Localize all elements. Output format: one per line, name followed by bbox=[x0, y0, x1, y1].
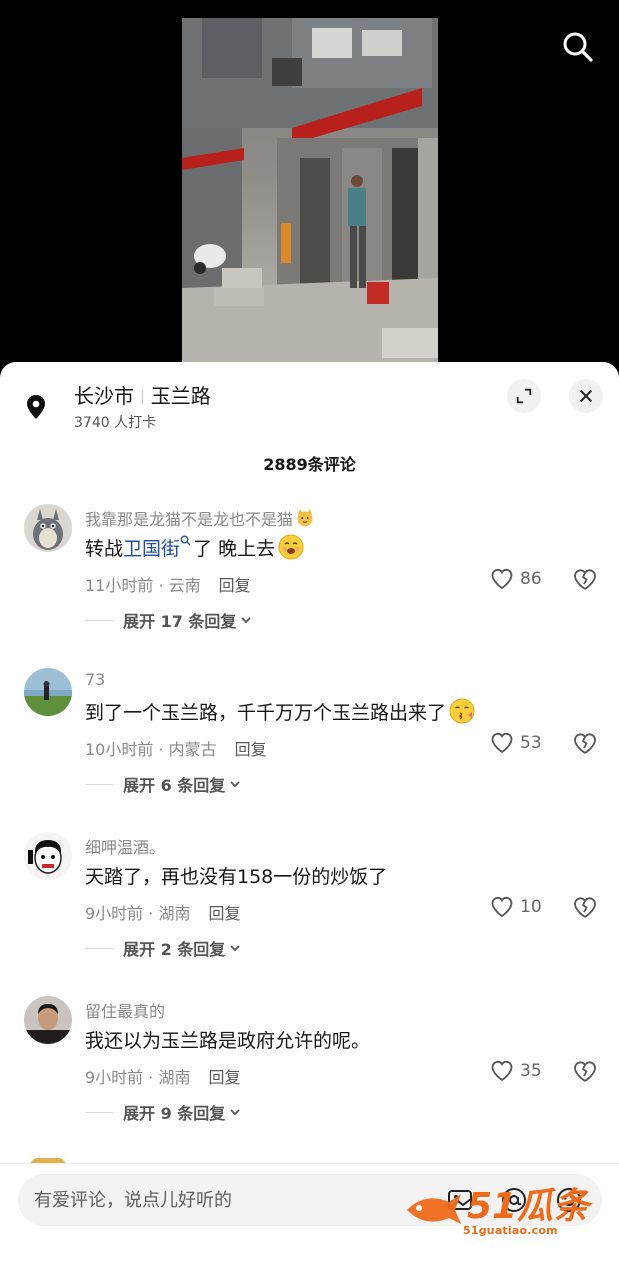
broken-heart-icon bbox=[574, 569, 596, 590]
video-thumbnail[interactable] bbox=[182, 18, 438, 365]
divider-line bbox=[85, 1111, 113, 1113]
like-button[interactable]: 86 bbox=[490, 567, 542, 591]
expand-replies-button[interactable]: 展开 9 条回复 bbox=[85, 1100, 242, 1124]
broken-heart-icon bbox=[574, 733, 596, 754]
location-road: 玉兰路 bbox=[150, 384, 211, 408]
comments-sheet: 长沙市 | 玉兰路 3740 人打卡 2889条评论 我靠那是龙猫不是龙也不是猫… bbox=[0, 362, 619, 1280]
comment-input-bar: 51瓜条 51guatiao.com bbox=[0, 1163, 619, 1280]
reply-button[interactable]: 回复 bbox=[235, 740, 267, 759]
location-separator: | bbox=[140, 389, 145, 405]
divider-line bbox=[85, 783, 113, 785]
location-title[interactable]: 长沙市 | 玉兰路 bbox=[74, 380, 211, 409]
search-icon[interactable] bbox=[559, 28, 597, 66]
username[interactable]: 我靠那是龙猫不是龙也不是猫 bbox=[85, 506, 315, 530]
expand-replies-button[interactable]: 展开 6 条回复 bbox=[85, 772, 242, 796]
emoji-icon[interactable] bbox=[555, 1186, 583, 1214]
reply-button[interactable]: 回复 bbox=[208, 1068, 240, 1087]
heart-icon bbox=[491, 732, 513, 754]
image-icon[interactable] bbox=[446, 1186, 474, 1214]
expand-replies-label: 展开 9 条回复 bbox=[123, 1104, 226, 1123]
dislike-button[interactable] bbox=[572, 567, 598, 593]
comment-time-location: 9小时前 · 湖南 bbox=[85, 1068, 191, 1087]
expand-replies-label: 展开 2 条回复 bbox=[123, 940, 226, 959]
expand-replies-button[interactable]: 展开 17 条回复 bbox=[85, 608, 253, 632]
at-mention-icon[interactable] bbox=[500, 1186, 528, 1214]
location-city: 长沙市 bbox=[74, 384, 134, 408]
username-text: 我靠那是龙猫不是龙也不是猫 bbox=[85, 510, 294, 529]
comment-item: 留住最真的 我还以为玉兰路是政府允许的呢。 9小时前 · 湖南 回复 35 展开 … bbox=[0, 996, 619, 1146]
like-button[interactable]: 10 bbox=[490, 895, 542, 919]
like-count: 53 bbox=[520, 733, 542, 753]
comment-meta: 9小时前 · 湖南 回复 bbox=[85, 1064, 240, 1088]
comment-meta: 9小时前 · 湖南 回复 bbox=[85, 900, 240, 924]
expand-replies-button[interactable]: 展开 2 条回复 bbox=[85, 936, 242, 960]
close-icon bbox=[579, 389, 593, 403]
expand-button[interactable] bbox=[507, 379, 541, 413]
comment-count: 2889条评论 bbox=[263, 455, 356, 474]
like-count: 86 bbox=[520, 569, 542, 589]
divider-line bbox=[85, 947, 113, 949]
comment-meta: 10小时前 · 内蒙古 回复 bbox=[85, 736, 267, 760]
comment-text-suffix: 了 晚上去 bbox=[193, 538, 276, 560]
comment-text-prefix: 转战 bbox=[85, 538, 124, 560]
comment-text: 到了一个玉兰路，千千万万个玉兰路出来了 bbox=[85, 698, 475, 725]
comment-time-location: 10小时前 · 内蒙古 bbox=[85, 740, 217, 759]
expand-icon bbox=[516, 388, 532, 404]
comment-input-container[interactable] bbox=[18, 1174, 602, 1226]
cat-emoji-icon bbox=[297, 509, 313, 527]
heart-icon bbox=[491, 568, 513, 590]
expand-replies-label: 展开 17 条回复 bbox=[123, 612, 237, 631]
heart-icon bbox=[491, 896, 513, 918]
dislike-button[interactable] bbox=[572, 1059, 598, 1085]
username[interactable]: 73 bbox=[85, 670, 105, 689]
search-hint-icon bbox=[180, 535, 191, 546]
comment-item: 73 到了一个玉兰路，千千万万个玉兰路出来了 10小时前 · 内蒙古 回复 53 … bbox=[0, 668, 619, 818]
comment-text: 天踏了，再也没有158一份的炒饭了 bbox=[85, 866, 388, 888]
like-count: 10 bbox=[520, 897, 542, 917]
like-count: 35 bbox=[520, 1061, 542, 1081]
close-button[interactable] bbox=[569, 379, 603, 413]
comment-text: 我还以为玉兰路是政府允许的呢。 bbox=[85, 1030, 371, 1052]
video-area[interactable] bbox=[0, 0, 619, 365]
reply-button[interactable]: 回复 bbox=[208, 904, 240, 923]
like-button[interactable]: 53 bbox=[490, 731, 542, 755]
broken-heart-icon bbox=[574, 1061, 596, 1082]
place-link[interactable]: 卫国街 bbox=[123, 538, 180, 560]
chevron-down-icon bbox=[230, 781, 240, 788]
comment-input[interactable] bbox=[34, 1174, 414, 1226]
comment-text-body: 到了一个玉兰路，千千万万个玉兰路出来了 bbox=[85, 702, 447, 724]
divider-line bbox=[85, 619, 113, 621]
chevron-down-icon bbox=[241, 617, 252, 624]
checkin-count: 3740 人打卡 bbox=[74, 415, 157, 431]
broken-heart-icon bbox=[574, 897, 596, 918]
smile-emoji-icon bbox=[278, 534, 304, 560]
comment-time-location: 9小时前 · 湖南 bbox=[85, 904, 191, 923]
comment-item: 细呷温酒。 天踏了，再也没有158一份的炒饭了 9小时前 · 湖南 回复 10 展… bbox=[0, 832, 619, 982]
avatar[interactable] bbox=[24, 504, 72, 552]
chevron-down-icon bbox=[230, 945, 240, 952]
comment-meta: 11小时前 · 云南 回复 bbox=[85, 572, 251, 596]
username[interactable]: 细呷温酒。 bbox=[85, 834, 165, 858]
expand-replies-label: 展开 6 条回复 bbox=[123, 776, 226, 795]
comment-item: 我靠那是龙猫不是龙也不是猫 转战卫国街了 晚上去 11小时前 · 云南 回复 86 bbox=[0, 504, 619, 654]
like-button[interactable]: 35 bbox=[490, 1059, 542, 1083]
location-header[interactable]: 长沙市 | 玉兰路 3740 人打卡 bbox=[0, 362, 619, 432]
dislike-button[interactable] bbox=[572, 895, 598, 921]
avatar[interactable] bbox=[24, 996, 72, 1044]
kissing-emoji-icon bbox=[449, 698, 475, 724]
chevron-down-icon bbox=[230, 1109, 240, 1116]
avatar[interactable] bbox=[24, 832, 72, 880]
comment-text: 转战卫国街了 晚上去 bbox=[85, 534, 304, 561]
location-pin-icon bbox=[27, 395, 45, 419]
comment-time-location: 11小时前 · 云南 bbox=[85, 576, 201, 595]
heart-icon bbox=[491, 1060, 513, 1082]
reply-button[interactable]: 回复 bbox=[219, 576, 251, 595]
avatar[interactable] bbox=[24, 668, 72, 716]
username[interactable]: 留住最真的 bbox=[85, 998, 165, 1022]
dislike-button[interactable] bbox=[572, 731, 598, 757]
